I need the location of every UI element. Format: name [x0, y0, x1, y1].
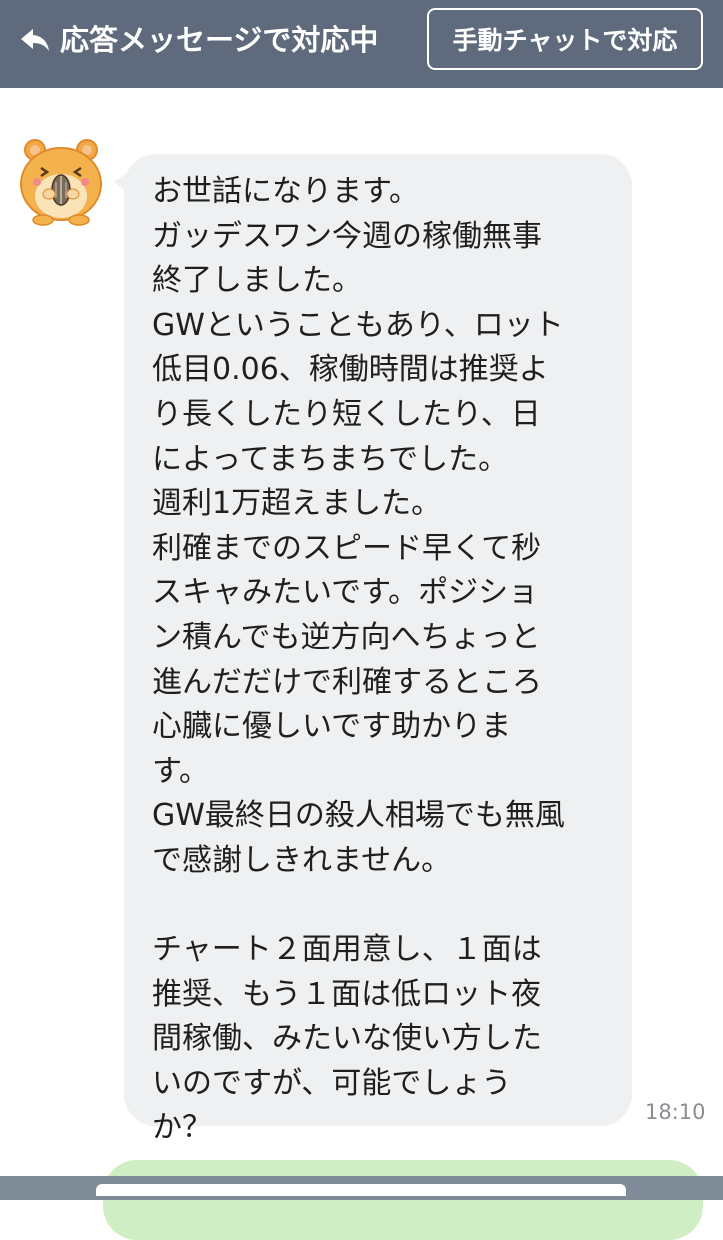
sent-message-bubble[interactable] — [103, 1160, 703, 1240]
manual-chat-button[interactable]: 手動チャットで対応 — [427, 8, 703, 70]
message-timestamp: 18:10 — [645, 1100, 706, 1124]
message-bubble[interactable]: お世話になります。 ガッデスワン今週の稼働無事 終了しました。 GWということも… — [124, 154, 632, 1145]
message-input-field[interactable] — [96, 1184, 626, 1196]
message-text: お世話になります。 ガッデスワン今週の稼働無事 終了しました。 GWということも… — [152, 174, 565, 1146]
message-input-bar — [0, 1176, 723, 1200]
header-status-title: 応答メッセージで対応中 — [60, 23, 379, 57]
chat-header: 応答メッセージで対応中 手動チャットで対応 — [0, 0, 723, 88]
hamster-avatar-icon[interactable] — [11, 132, 111, 232]
reply-arrow-icon[interactable] — [18, 23, 52, 57]
